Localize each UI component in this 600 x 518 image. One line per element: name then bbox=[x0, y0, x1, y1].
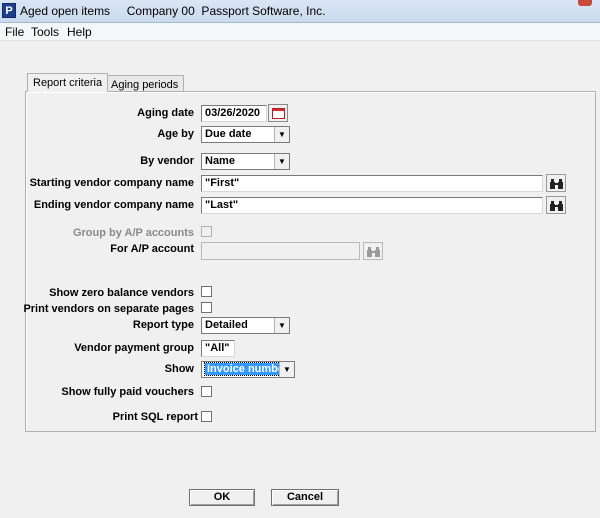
by-vendor-value: Name bbox=[205, 155, 235, 167]
calendar-icon bbox=[272, 108, 285, 119]
print-sql-label: Print SQL report bbox=[112, 411, 198, 423]
show-select[interactable]: Invoice number ▼ bbox=[201, 361, 295, 378]
group-by-ap-checkbox[interactable] bbox=[201, 226, 212, 237]
ok-button[interactable]: OK bbox=[189, 489, 255, 506]
tab-aging-periods[interactable]: Aging periods bbox=[105, 75, 185, 92]
age-by-select[interactable]: Due date ▼ bbox=[201, 126, 290, 143]
tab-aging-periods-label: Aging periods bbox=[111, 79, 179, 91]
tab-report-criteria[interactable]: Report criteria bbox=[27, 73, 109, 92]
calendar-button[interactable] bbox=[268, 104, 288, 122]
binoculars-icon bbox=[367, 247, 380, 257]
lookup-button-ending[interactable] bbox=[546, 196, 566, 214]
report-criteria-panel bbox=[25, 91, 596, 432]
starting-vendor-label: Starting vendor company name bbox=[29, 177, 194, 189]
ending-vendor-label: Ending vendor company name bbox=[33, 199, 194, 211]
aging-date-field[interactable]: 03/26/2020 bbox=[201, 105, 267, 122]
lookup-button-starting[interactable] bbox=[546, 174, 566, 192]
menu-bar: File Tools Help bbox=[0, 23, 600, 41]
report-type-label: Report type bbox=[132, 319, 194, 331]
cancel-button[interactable]: Cancel bbox=[271, 489, 339, 506]
close-window-button[interactable] bbox=[578, 0, 592, 6]
window-title: Aged open items Company 00 Passport Soft… bbox=[20, 4, 326, 18]
title-bar: P Aged open items Company 00 Passport So… bbox=[0, 0, 600, 23]
menu-help[interactable]: Help bbox=[67, 25, 92, 39]
chevron-down-icon: ▼ bbox=[274, 154, 289, 169]
show-zero-balance-label: Show zero balance vendors bbox=[49, 287, 194, 299]
report-type-value: Detailed bbox=[205, 319, 248, 331]
lookup-button-ap[interactable] bbox=[363, 242, 383, 260]
tab-report-criteria-label: Report criteria bbox=[33, 77, 103, 89]
print-separate-label: Print vendors on separate pages bbox=[23, 303, 194, 315]
age-by-label: Age by bbox=[157, 128, 194, 140]
menu-file[interactable]: File bbox=[5, 25, 24, 39]
show-fully-paid-label: Show fully paid vouchers bbox=[61, 386, 194, 398]
vendor-payment-group-label: Vendor payment group bbox=[74, 342, 194, 354]
chevron-down-icon: ▼ bbox=[279, 362, 294, 377]
by-vendor-select[interactable]: Name ▼ bbox=[201, 153, 290, 170]
show-label: Show bbox=[164, 363, 194, 375]
starting-vendor-field[interactable]: "First" bbox=[201, 175, 543, 192]
show-zero-balance-checkbox[interactable] bbox=[201, 286, 212, 297]
binoculars-icon bbox=[550, 201, 563, 211]
ending-vendor-field[interactable]: "Last" bbox=[201, 197, 543, 214]
app-icon: P bbox=[2, 3, 16, 18]
for-ap-account-field[interactable] bbox=[201, 242, 360, 260]
show-value: Invoice number bbox=[203, 362, 292, 376]
binoculars-icon bbox=[550, 179, 563, 189]
by-vendor-label: By vendor bbox=[140, 155, 194, 167]
show-fully-paid-checkbox[interactable] bbox=[201, 386, 212, 397]
group-by-ap-label: Group by A/P accounts bbox=[72, 227, 194, 239]
report-type-select[interactable]: Detailed ▼ bbox=[201, 317, 290, 334]
age-by-value: Due date bbox=[205, 128, 252, 140]
for-ap-account-label: For A/P account bbox=[110, 243, 194, 255]
chevron-down-icon: ▼ bbox=[274, 127, 289, 142]
vendor-payment-group-field[interactable]: "All" bbox=[201, 340, 235, 357]
aging-date-label: Aging date bbox=[137, 107, 194, 119]
print-separate-checkbox[interactable] bbox=[201, 302, 212, 313]
print-sql-checkbox[interactable] bbox=[201, 411, 212, 422]
chevron-down-icon: ▼ bbox=[274, 318, 289, 333]
menu-tools[interactable]: Tools bbox=[31, 25, 59, 39]
